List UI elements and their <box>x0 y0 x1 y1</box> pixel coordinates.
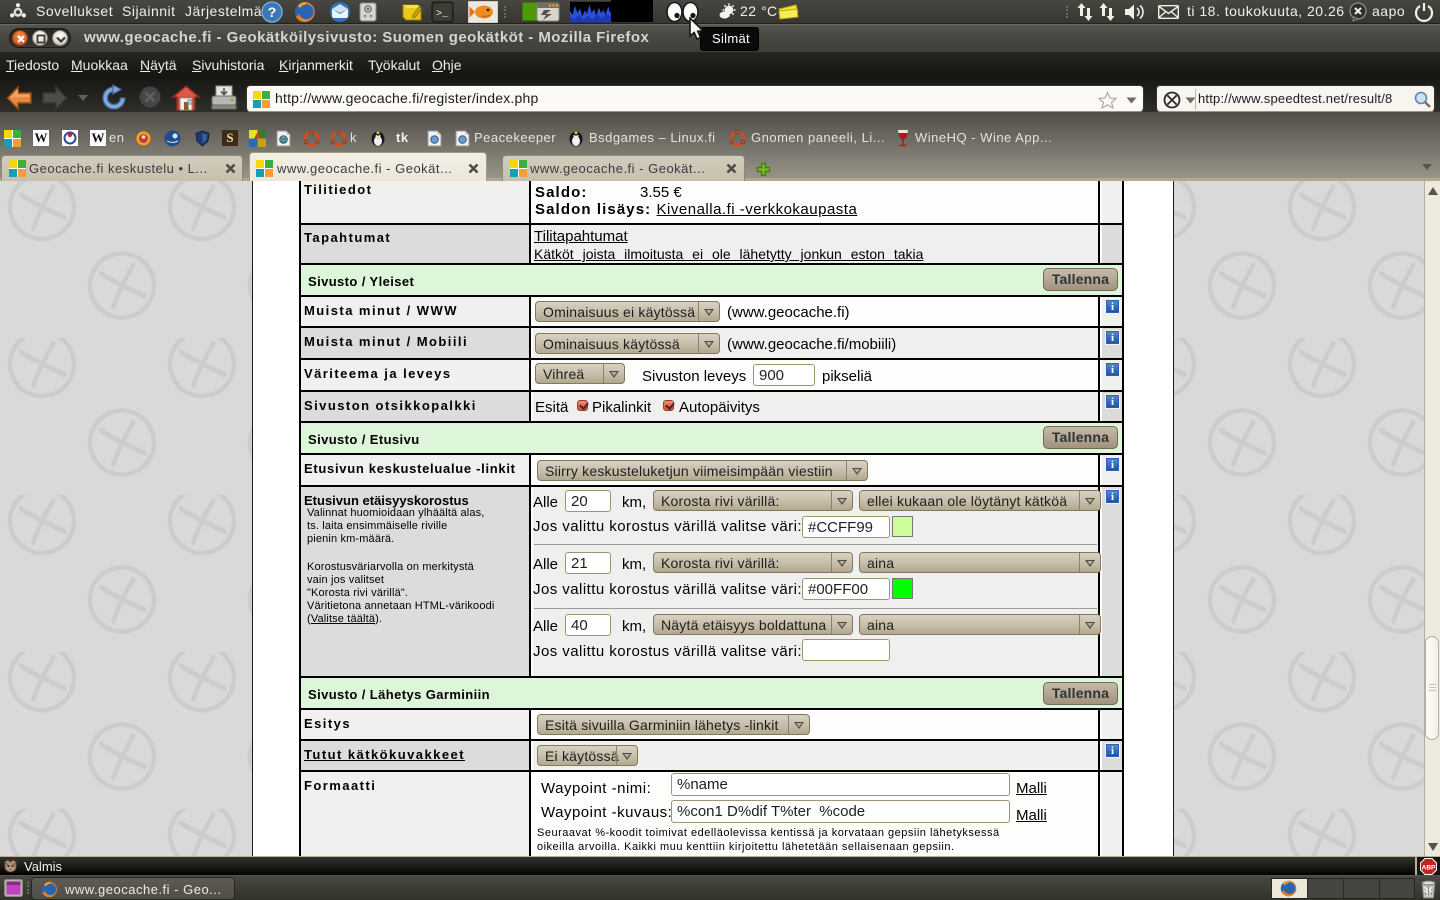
svg-text:>_: >_ <box>436 9 449 20</box>
svg-text:ABP: ABP <box>1422 865 1436 872</box>
svg-text:?: ? <box>268 4 277 20</box>
